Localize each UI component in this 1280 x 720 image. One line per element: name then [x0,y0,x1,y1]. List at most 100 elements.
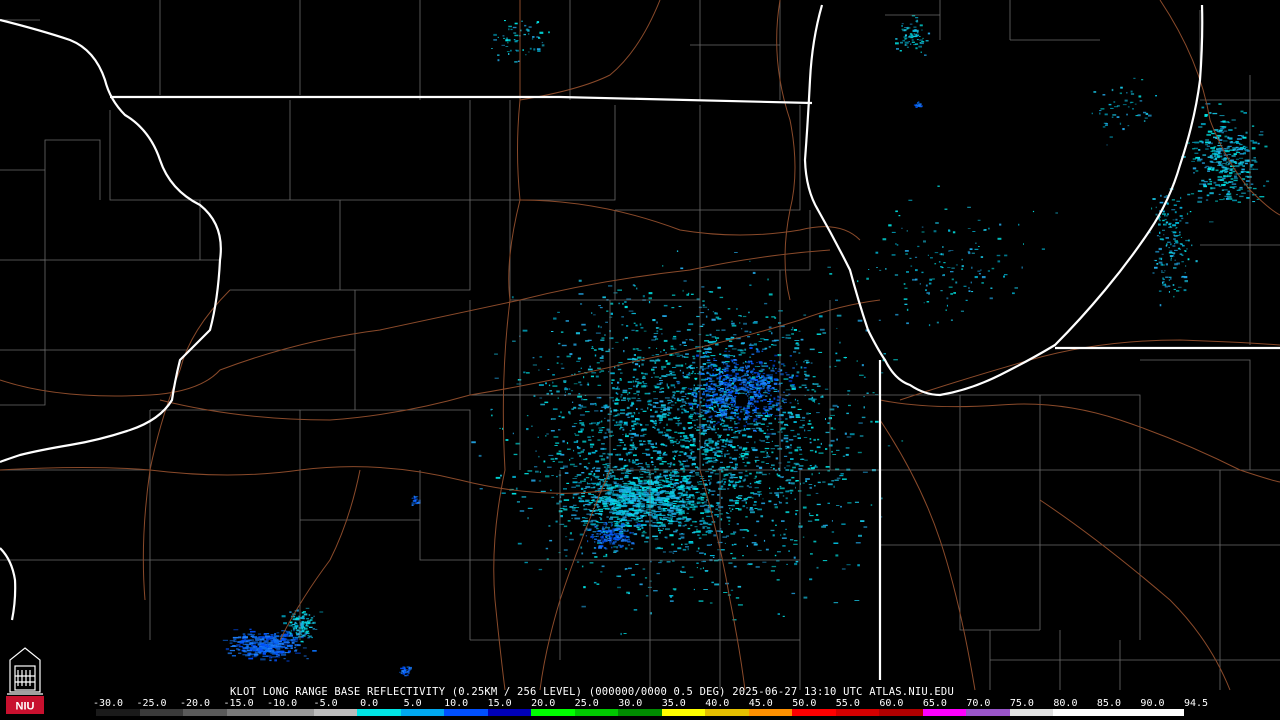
echo-pixel [1221,184,1226,186]
echo-pixel [579,420,582,421]
echo-pixel [647,400,651,403]
echo-pixel [730,510,732,512]
echo-pixel [650,443,654,446]
echo-pixel [570,457,574,459]
echo-pixel [549,390,552,392]
echo-pixel [738,446,742,449]
echo-pixel [1189,211,1192,213]
echo-pixel [803,370,807,373]
echo-pixel [624,498,629,500]
echo-pixel [769,487,771,489]
echo-pixel [736,308,738,310]
echo-pixel [590,478,592,481]
echo-pixel [685,377,690,379]
echo-pixel [836,449,840,451]
echo-pixel [797,402,799,405]
echo-pixel [714,514,719,516]
echo-pixel [656,491,659,494]
echo-pixel [727,385,729,388]
echo-pixel [797,437,801,439]
echo-pixel [650,520,653,522]
echo-pixel [741,452,745,454]
echo-pixel [722,441,725,444]
echo-pixel [768,473,771,475]
echo-pixel [648,297,652,300]
echo-pixel [1206,133,1211,136]
echo-pixel [682,371,684,374]
echo-pixel [602,529,605,531]
echo-pixel [1160,194,1162,197]
echo-pixel [699,552,704,554]
echo-pixel [706,461,711,463]
echo-pixel [748,414,750,417]
echo-pixel [696,530,701,533]
echo-pixel [731,404,733,406]
echo-pixel [783,401,787,403]
echo-pixel [714,312,718,315]
echo-pixel [780,427,786,430]
echo-pixel [729,394,733,397]
echo-pixel [670,384,675,387]
echo-pixel [730,377,732,380]
echo-pixel [814,485,816,487]
echo-pixel [615,397,618,400]
echo-pixel [765,548,769,551]
echo-pixel [635,448,637,450]
echo-pixel [841,523,846,525]
echo-pixel [505,46,509,47]
echo-pixel [674,431,678,433]
echo-pixel [713,390,716,393]
echo-pixel [1225,164,1230,166]
echo-pixel [264,635,270,638]
echo-pixel [648,392,651,395]
echo-pixel [721,496,723,499]
echo-pixel [638,495,642,498]
echo-pixel [750,405,753,407]
echo-pixel [591,372,597,374]
echo-pixel [795,510,799,512]
echo-pixel [1159,304,1162,307]
echo-pixel [674,455,676,457]
echo-pixel [555,457,558,460]
echo-pixel [601,337,605,339]
echo-pixel [624,301,627,303]
echo-pixel [633,433,635,435]
echo-pixel [418,499,421,502]
echo-pixel [764,419,766,421]
echo-pixel [917,101,920,103]
echo-pixel [1222,177,1226,180]
echo-pixel [1214,155,1217,158]
echo-pixel [702,365,704,368]
echo-pixel [789,355,792,357]
echo-pixel [614,528,618,531]
echo-pixel [766,381,770,385]
echo-pixel [820,396,824,398]
echo-pixel [654,476,656,478]
echo-pixel [1197,158,1203,161]
echo-pixel [830,414,835,416]
echo-pixel [1165,237,1169,239]
echo-pixel [685,363,687,365]
echo-pixel [690,413,694,416]
echo-pixel [756,350,760,353]
echo-pixel [1162,284,1167,286]
echo-pixel [548,384,551,387]
echo-pixel [1205,148,1209,150]
echo-pixel [238,652,242,654]
echo-pixel [763,406,768,408]
echo-pixel [676,380,680,383]
echo-pixel [816,385,821,387]
echo-pixel [642,452,647,454]
echo-pixel [671,474,676,477]
echo-pixel [676,355,681,357]
echo-pixel [600,326,602,329]
echo-pixel [901,28,904,30]
echo-pixel [828,444,833,447]
echo-pixel [661,387,665,389]
echo-pixel [696,350,702,353]
echo-pixel [675,439,678,441]
echo-pixel [712,457,717,459]
echo-pixel [648,524,653,527]
echo-pixel [578,371,581,373]
echo-pixel [628,536,630,539]
